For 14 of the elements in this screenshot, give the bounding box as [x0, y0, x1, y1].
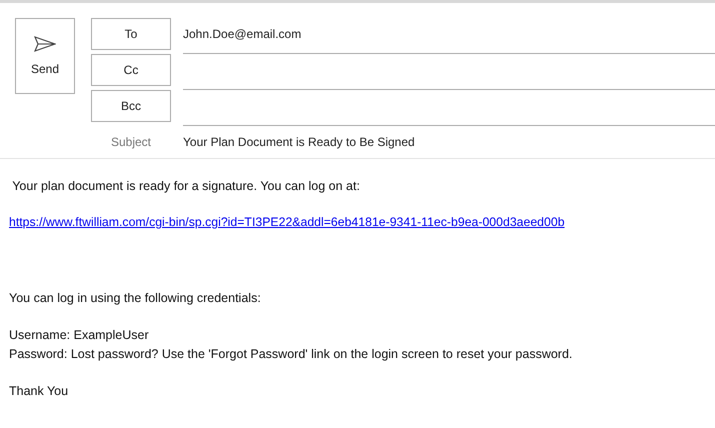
body-text: Thank You [9, 383, 70, 400]
body-text: Username: ExampleUser [9, 327, 150, 344]
body-text: You can log in using the following credentials: [9, 290, 262, 307]
subject-field[interactable]: Your Plan Document is Ready to Be Signed [183, 135, 415, 149]
recipient-field[interactable]: John.Doe@email.com [183, 18, 715, 54]
recipient-button[interactable]: Bcc [91, 90, 171, 122]
recipient-button[interactable]: To [91, 18, 171, 50]
send-icon [34, 36, 56, 52]
body-text: Your plan document is ready for a signature. You can log on at: [11, 178, 361, 195]
recipient-button[interactable]: Cc [91, 54, 171, 86]
url-link[interactable]: https://www.ftwilliam.com/cgi-bin/sp.cgi?id=TI3PE22&addl=6eb4181e-9341-11ec-b9ea-000d3aeed00b [9, 215, 565, 229]
body-text: Password: Lost password? Use the 'Forgot Password' link on the login screen to reset your password. [9, 346, 574, 363]
send-button[interactable]: Send [15, 18, 75, 94]
subject-label: Subject [110, 135, 152, 149]
